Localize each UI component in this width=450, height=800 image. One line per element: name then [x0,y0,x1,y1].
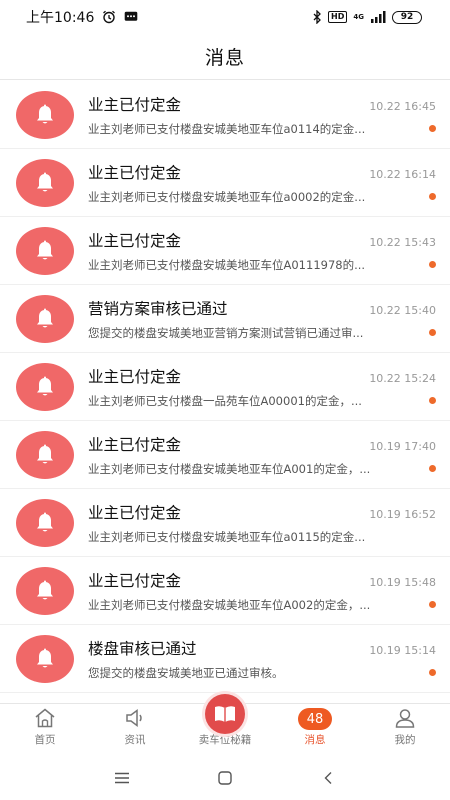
unread-dot-icon [429,261,436,268]
user-icon [394,707,416,729]
message-title: 业主已付定金 [88,571,182,590]
page-title: 消息 [204,47,245,69]
message-time: 10.22 16:14 [369,167,436,181]
unread-dot-icon [429,397,436,404]
bell-icon [16,158,74,207]
bluetooth-icon [313,10,322,24]
message-title: 业主已付定金 [88,367,182,386]
message-time: 10.19 15:14 [369,643,436,657]
unread-count-badge: 48 [298,708,332,730]
bell-icon [16,566,74,615]
unread-dot-icon [429,125,436,132]
message-preview: 您提交的楼盘安城美地亚已通过审核。 [88,665,284,680]
tab-home[interactable]: 首页 [0,704,90,755]
home-icon [34,707,56,729]
home-square-icon[interactable] [205,763,245,793]
bell-icon [16,362,74,411]
signal-icon [370,11,386,23]
speaker-icon [124,707,146,729]
message-title: 楼盘审核已通过 [88,639,197,658]
message-preview: 业主刘老师已支付楼盘安城美地亚车位a0115的定金... [88,529,366,544]
message-title: 营销方案审核已通过 [88,299,228,318]
message-preview: 业主刘老师已支付楼盘安城美地亚车位a0114的定金... [88,121,366,136]
tab-messages[interactable]: 48 消息 [270,704,360,755]
message-preview: 业主刘老师已支付楼盘安城美地亚车位a0002的定金... [88,189,366,204]
tab-mine-label: 我的 [394,734,416,746]
tab-center-guide[interactable]: 卖车位秘籍 [180,694,270,755]
page-header: 消息 [0,34,450,80]
tab-center-label: 卖车位秘籍 [198,734,252,746]
message-title: 业主已付定金 [88,95,182,114]
message-preview: 业主刘老师已支付楼盘安城美地亚车位A001的定金，... [88,461,371,476]
message-time: 10.22 15:43 [369,235,436,249]
message-title: 业主已付定金 [88,503,182,522]
message-item[interactable]: 业主已付定金 10.22 16:45 业主刘老师已支付楼盘安城美地亚车位a011… [0,81,450,149]
tab-mine[interactable]: 我的 [360,704,450,755]
menu-icon[interactable] [102,763,142,793]
bell-icon [16,90,74,139]
back-icon[interactable] [308,763,348,793]
message-time: 10.22 15:24 [369,371,436,385]
status-bar: 上午10:46 HD 4G 92 [0,0,450,34]
tab-messages-label: 消息 [304,734,326,746]
bell-icon [16,226,74,275]
message-item[interactable]: 业主已付定金 10.22 16:14 业主刘老师已支付楼盘安城美地亚车位a000… [0,149,450,217]
message-item[interactable]: 业主已付定金 10.19 16:52 业主刘老师已支付楼盘安城美地亚车位a011… [0,489,450,557]
chat-notification-icon [124,11,138,23]
message-item[interactable]: 业主已付定金 10.19 15:48 业主刘老师已支付楼盘安城美地亚车位A002… [0,557,450,625]
bell-icon [16,294,74,343]
bell-icon [16,634,74,683]
tab-news[interactable]: 资讯 [90,704,180,755]
message-preview: 业主刘老师已支付楼盘安城美地亚车位A002的定金，... [88,597,371,612]
book-icon [205,694,245,734]
message-time: 10.19 17:40 [369,439,436,453]
message-item[interactable]: 楼盘审核已通过 10.19 15:14 您提交的楼盘安城美地亚已通过审核。 [0,625,450,693]
tab-home-label: 首页 [34,734,56,746]
message-title: 业主已付定金 [88,435,182,454]
bell-icon [16,430,74,479]
alarm-icon [102,10,116,24]
message-preview: 业主刘老师已支付楼盘一品苑车位A00001的定金，... [88,393,362,408]
message-item[interactable]: 业主已付定金 10.19 17:40 业主刘老师已支付楼盘安城美地亚车位A001… [0,421,450,489]
status-time: 上午10:46 [26,10,95,26]
tab-news-label: 资讯 [124,734,146,746]
message-time: 10.19 15:48 [369,575,436,589]
message-list[interactable]: 业主已付定金 10.22 16:45 业主刘老师已支付楼盘安城美地亚车位a011… [0,81,450,703]
message-preview: 业主刘老师已支付楼盘安城美地亚车位A0111978的... [88,257,366,272]
system-nav-bar [0,755,450,800]
unread-dot-icon [429,669,436,676]
unread-dot-icon [429,465,436,472]
message-item[interactable]: 业主已付定金 10.22 15:43 业主刘老师已支付楼盘安城美地亚车位A011… [0,217,450,285]
network-type-icon: 4G [353,12,364,21]
message-item[interactable]: 业主已付定金 10.22 15:24 业主刘老师已支付楼盘一品苑车位A00001… [0,353,450,421]
unread-dot-icon [429,193,436,200]
message-title: 业主已付定金 [88,231,182,250]
bell-icon [16,498,74,547]
unread-dot-icon [429,601,436,608]
message-title: 业主已付定金 [88,163,182,182]
message-time: 10.22 16:45 [369,99,436,113]
bottom-tab-bar: 首页 资讯 卖车位秘籍 48 消息 我的 [0,694,450,755]
battery-icon: 92 [392,10,422,24]
message-preview: 您提交的楼盘安城美地亚营销方案测试营销已通过审... [88,325,364,340]
message-time: 10.19 16:52 [369,507,436,521]
message-time: 10.22 15:40 [369,303,436,317]
hd-icon: HD [328,11,348,23]
unread-dot-icon [429,329,436,336]
message-item[interactable]: 营销方案审核已通过 10.22 15:40 您提交的楼盘安城美地亚营销方案测试营… [0,285,450,353]
